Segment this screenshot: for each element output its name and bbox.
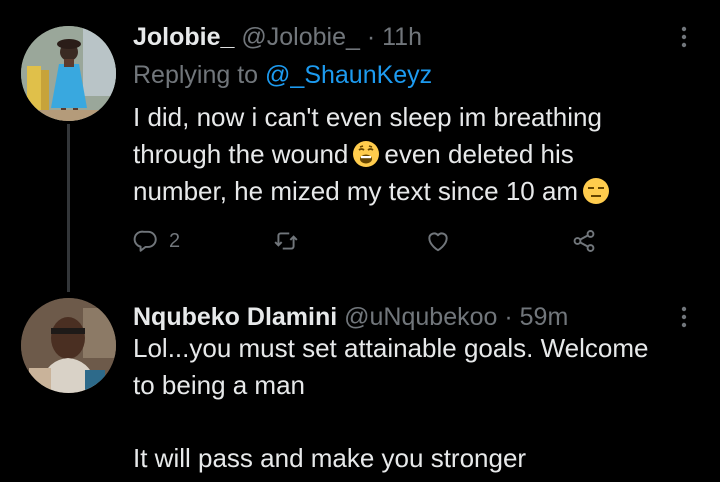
tweet-text: I did, now i can't even sleep im breathi…: [133, 99, 614, 210]
tweet-text-segment: through the wound: [133, 139, 349, 169]
share-button[interactable]: [571, 226, 597, 256]
handle[interactable]: @uNqubekoo: [344, 303, 497, 331]
display-name[interactable]: Nqubeko Dlamini: [133, 303, 337, 331]
tweet-header: Nqubeko Dlamini @uNqubekoo · 59m: [133, 302, 568, 332]
avatar[interactable]: [21, 26, 116, 121]
replying-to: Replying to @_ShaunKeyz: [133, 60, 432, 90]
tweet-nqubeko[interactable]: Nqubeko Dlamini @uNqubekoo · 59m Lol...y…: [0, 290, 720, 482]
tweet-text-segment: even deleted his: [384, 139, 574, 169]
tweet-text-line: It will pass and make you stronger: [133, 443, 527, 473]
separator-dot: ·: [366, 23, 376, 51]
avatar-photo: [21, 298, 116, 393]
tweet-jolobie[interactable]: Jolobie_ @Jolobie_ · 11h Replying to @_S…: [0, 0, 720, 290]
share-icon: [573, 230, 595, 252]
timestamp[interactable]: 59m: [520, 303, 569, 331]
retweet-icon: [274, 232, 298, 250]
avatar[interactable]: [21, 298, 116, 393]
display-name[interactable]: Jolobie_: [133, 23, 234, 51]
reply-count: 2: [169, 229, 181, 252]
retweet-button[interactable]: [273, 226, 299, 256]
tweet-header: Jolobie_ @Jolobie_ · 11h: [133, 22, 422, 52]
more-dots-icon[interactable]: [672, 22, 696, 52]
replying-to-mention[interactable]: @_ShaunKeyz: [265, 61, 432, 89]
tweet-text-line: Lol...you must set attainable goals. Wel…: [133, 333, 649, 363]
reply-button[interactable]: 2: [133, 226, 180, 256]
timestamp[interactable]: 11h: [382, 23, 422, 51]
replying-to-label: Replying to: [133, 61, 259, 89]
tweet-text-line: to being a man: [133, 370, 306, 400]
tweet-actions: 2: [133, 226, 613, 256]
expressionless-face-emoji: [582, 177, 610, 205]
like-button[interactable]: [425, 226, 451, 256]
tweet-text-line: through the wound even deleted his: [133, 136, 614, 173]
separator-dot: ·: [504, 303, 513, 331]
tweet-text-line: number, he mized my text since 10 am: [133, 173, 614, 210]
heart-icon: [428, 232, 448, 252]
handle[interactable]: @Jolobie_: [241, 23, 360, 51]
avatar-photo: [21, 26, 116, 121]
weary-face-emoji: [352, 140, 380, 168]
reply-icon: [133, 230, 157, 252]
tweet-text-segment: number, he mized my text since 10 am: [133, 176, 579, 206]
tweet-text: Lol...you must set attainable goals. Wel…: [133, 330, 648, 477]
more-dots-icon[interactable]: [672, 302, 696, 332]
tweet-text-line: I did, now i can't even sleep im breathi…: [133, 102, 602, 132]
